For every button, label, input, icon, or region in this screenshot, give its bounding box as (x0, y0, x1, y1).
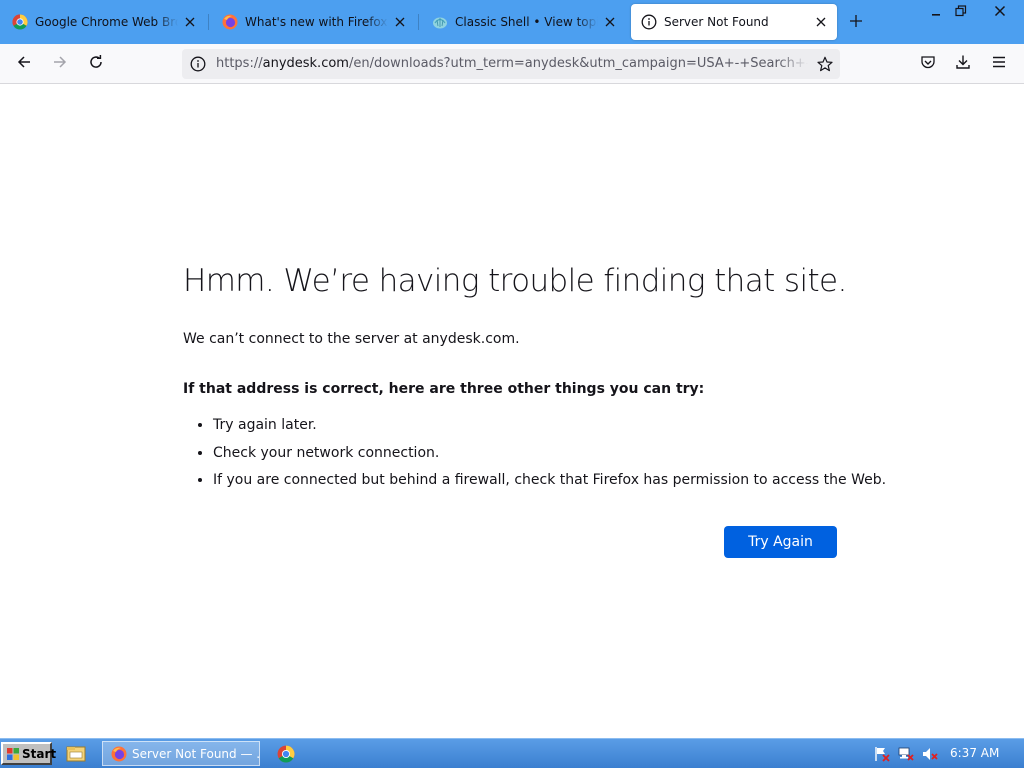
suggestion-list: Try again later. Check your network conn… (183, 413, 886, 496)
back-arrow-icon (16, 54, 32, 74)
tab-title: Google Chrome Web Browser (35, 15, 178, 29)
downloads-button[interactable] (951, 52, 975, 76)
forward-button[interactable] (48, 52, 72, 76)
tab-title: Classic Shell • View topic - Windows (455, 15, 598, 29)
chrome-icon (12, 14, 28, 30)
tab-chrome[interactable]: Google Chrome Web Browser (2, 4, 206, 40)
try-again-button[interactable]: Try Again (724, 526, 837, 558)
url-path: /en/downloads?utm_term=anydesk&utm_campa… (348, 56, 808, 71)
navigation-toolbar: https://anydesk.com/en/downloads?utm_ter… (0, 44, 1024, 84)
forward-arrow-icon (52, 54, 68, 74)
taskbar-firefox-task[interactable]: Server Not Found — ... (102, 741, 260, 766)
new-tab-button[interactable] (846, 12, 866, 32)
app-menu-button[interactable] (987, 52, 1011, 76)
reload-button[interactable] (84, 52, 108, 76)
close-tab-icon[interactable] (813, 14, 829, 30)
error-description: We can’t connect to the server at anydes… (183, 331, 520, 347)
tab-server-not-found[interactable]: Server Not Found (631, 4, 837, 40)
tab-title: Server Not Found (664, 15, 769, 29)
tab-separator (208, 14, 209, 30)
error-page: Hmm. We’re having trouble finding that s… (0, 85, 1024, 738)
url-host: anydesk.com (262, 56, 349, 71)
back-button[interactable] (12, 52, 36, 76)
tab-strip: Google Chrome Web Browser What's new wit… (0, 0, 1024, 44)
error-subheading: If that address is correct, here are thr… (183, 381, 705, 397)
chrome-icon[interactable] (277, 745, 295, 763)
tab-title: What's new with Firefox - Mozilla (245, 15, 388, 29)
taskbar: Start Server Not Found — ... 6:37 AM (0, 738, 1024, 768)
download-icon (955, 54, 971, 74)
start-logo-icon (6, 747, 20, 761)
site-info-icon[interactable] (190, 56, 206, 72)
hamburger-menu-icon (991, 54, 1007, 74)
restore-button[interactable] (946, 2, 976, 20)
task-label: Server Not Found — ... (132, 746, 260, 761)
taskbar-clock[interactable]: 6:37 AM (950, 746, 999, 760)
start-label: Start (22, 746, 57, 761)
tab-firefox-whats-new[interactable]: What's new with Firefox - Mozilla (212, 4, 416, 40)
tab-separator (418, 14, 419, 30)
close-tab-icon[interactable] (602, 14, 618, 30)
tray-network-icon[interactable] (897, 746, 915, 762)
file-explorer-icon[interactable] (66, 745, 86, 763)
list-item: Try again later. (213, 413, 886, 441)
plus-icon (849, 13, 863, 32)
tray-flag-icon[interactable] (873, 746, 891, 762)
url-text[interactable]: https://anydesk.com/en/downloads?utm_ter… (216, 56, 808, 74)
list-item: Check your network connection. (213, 441, 886, 469)
list-item: If you are connected but behind a firewa… (213, 468, 886, 496)
close-window-button[interactable] (985, 2, 1015, 20)
start-button[interactable]: Start (1, 742, 56, 765)
firefox-icon (111, 746, 127, 762)
url-prefix: https:// (216, 56, 263, 71)
bookmark-star-icon[interactable] (816, 55, 834, 73)
tray-volume-icon[interactable] (921, 746, 939, 762)
error-title: Hmm. We’re having trouble finding that s… (183, 263, 847, 299)
pocket-icon (920, 54, 936, 74)
address-bar[interactable]: https://anydesk.com/en/downloads?utm_ter… (182, 49, 840, 79)
reload-icon (88, 54, 104, 74)
firefox-icon (222, 14, 238, 30)
info-icon (641, 14, 657, 30)
classic-shell-icon (432, 14, 448, 30)
pocket-button[interactable] (916, 52, 940, 76)
tab-classic-shell[interactable]: Classic Shell • View topic - Windows (422, 4, 626, 40)
close-tab-icon[interactable] (182, 14, 198, 30)
close-tab-icon[interactable] (392, 14, 408, 30)
